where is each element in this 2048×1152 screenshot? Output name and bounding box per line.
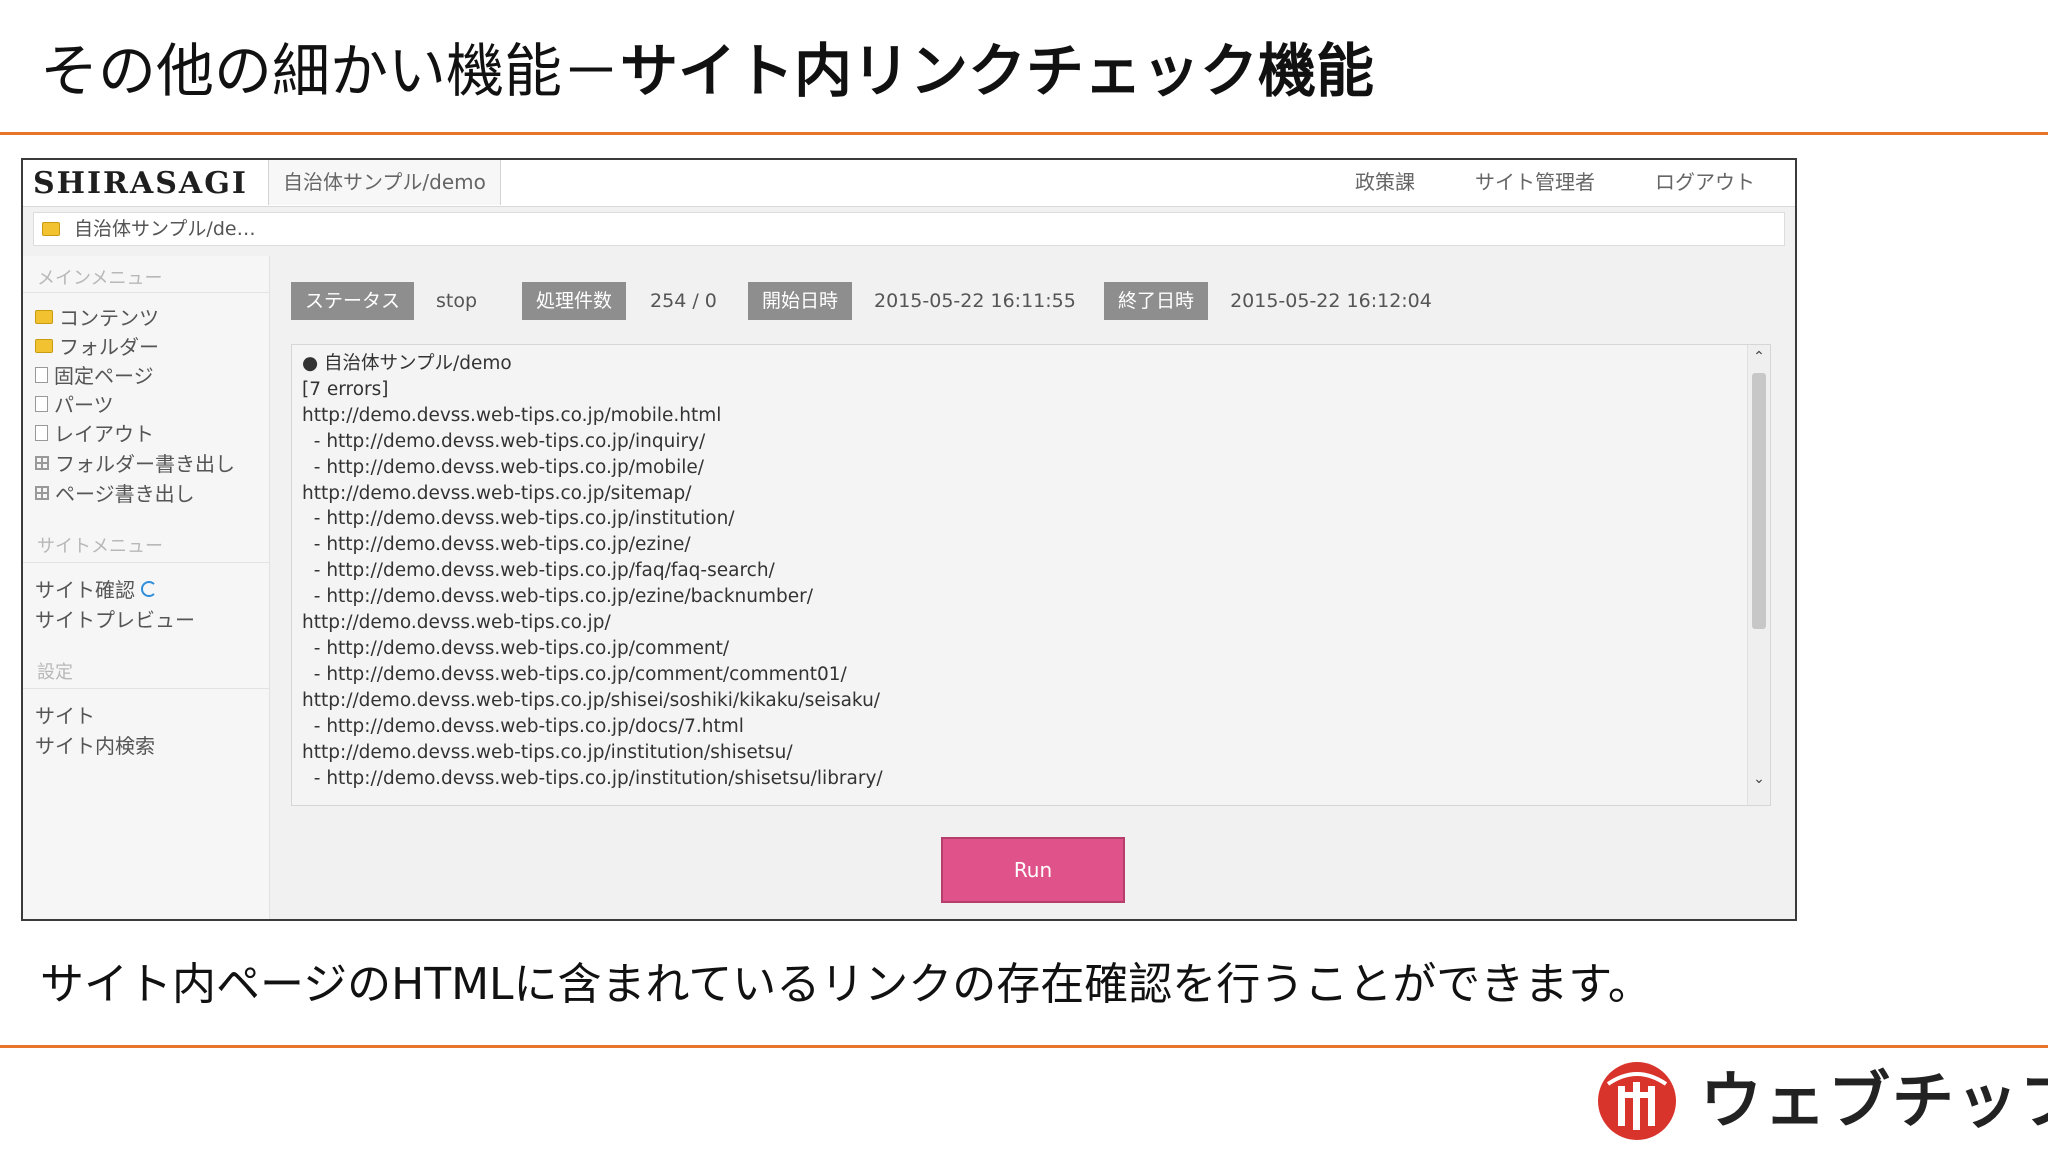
page-icon xyxy=(35,424,48,441)
sidebar-item-fixed-page[interactable]: 固定ページ xyxy=(35,360,154,389)
log-line: - http://demo.devss.web-tips.co.jp/insti… xyxy=(302,767,883,789)
nav-site-admin[interactable]: サイト管理者 xyxy=(1475,160,1595,205)
settings-heading: 設定 xyxy=(37,662,73,683)
link-check-log[interactable]: ● 自治体サンプル/demo [7 errors] http://demo.devs… xyxy=(291,344,1771,806)
log-line: http://demo.devss.web-tips.co.jp/ xyxy=(302,612,611,634)
sidebar-item-label: レイアウト xyxy=(54,422,154,446)
sidebar-item-label: サイト内検索 xyxy=(35,734,155,758)
app-screenshot: SHIRASAGI 自治体サンプル/demo 政策課 サイト管理者 ログアウト … xyxy=(21,158,1797,921)
log-line: - http://demo.devss.web-tips.co.jp/insti… xyxy=(302,508,735,530)
divider xyxy=(23,292,269,293)
sidebar-item-layout[interactable]: レイアウト xyxy=(35,418,154,447)
shirasagi-logo: SHIRASAGI xyxy=(33,166,248,201)
log-line: http://demo.devss.web-tips.co.jp/mobile.… xyxy=(302,404,722,426)
log-line: - http://demo.devss.web-tips.co.jp/faq/f… xyxy=(302,560,775,582)
breadcrumb-site[interactable]: 自治体サンプル/de… xyxy=(74,213,256,245)
sidebar-item-page-export[interactable]: ページ書き出し xyxy=(35,478,195,507)
sidebar-item-label: ページ書き出し xyxy=(55,482,195,506)
sidebar-item-label: サイト確認 xyxy=(35,578,135,602)
folder-icon xyxy=(42,222,60,236)
nav-group[interactable]: 政策課 xyxy=(1355,160,1415,205)
sidebar-item-parts[interactable]: パーツ xyxy=(35,389,114,418)
page-icon xyxy=(35,366,48,383)
status-badge: ステータス xyxy=(291,282,415,320)
log-line: - http://demo.devss.web-tips.co.jp/inqui… xyxy=(302,430,706,452)
nav-logout[interactable]: ログアウト xyxy=(1655,160,1755,205)
sidebar: メインメニュー コンテンツ フォルダー 固定ページ パーツ レイアウト フォルダ… xyxy=(23,256,270,919)
sidebar-item-folder[interactable]: フォルダー xyxy=(35,331,159,360)
sidebar-item-label: 固定ページ xyxy=(54,364,154,388)
status-value: stop xyxy=(436,290,478,312)
sidebar-item-label: パーツ xyxy=(54,393,114,417)
sidebar-item-site-check[interactable]: サイト確認 xyxy=(35,574,157,603)
title-strong: サイト内リンクチェック機能 xyxy=(620,37,1375,105)
sidebar-item-label: サイト xyxy=(35,704,95,728)
scroll-thumb[interactable] xyxy=(1752,373,1766,629)
log-line: - http://demo.devss.web-tips.co.jp/mobil… xyxy=(302,456,704,478)
webtips-logo-icon xyxy=(1598,1062,1676,1140)
log-line: - http://demo.devss.web-tips.co.jp/ezine… xyxy=(302,534,691,556)
sidebar-item-site-search[interactable]: サイト内検索 xyxy=(35,730,155,759)
sidebar-item-label: フォルダー書き出し xyxy=(55,452,235,476)
divider xyxy=(23,688,269,689)
log-line: http://demo.devss.web-tips.co.jp/institu… xyxy=(302,741,793,763)
folder-icon xyxy=(35,309,53,324)
brand-footer: ウェブチップス xyxy=(1596,1058,2048,1144)
sidebar-item-label: コンテンツ xyxy=(59,306,159,330)
log-line: [7 errors] xyxy=(302,378,389,400)
log-line: http://demo.devss.web-tips.co.jp/sitemap… xyxy=(302,482,692,504)
brand-name: ウェブチップス xyxy=(1700,1064,2048,1137)
bottom-divider xyxy=(0,1045,2048,1048)
sidebar-item-label: サイトプレビュー xyxy=(35,608,195,632)
log-line: - http://demo.devss.web-tips.co.jp/comme… xyxy=(302,663,847,685)
chevron-up-icon[interactable]: ⌃ xyxy=(1748,347,1770,367)
chevron-down-icon[interactable]: ⌄ xyxy=(1748,769,1770,789)
breadcrumb: 自治体サンプル/de… xyxy=(33,212,1785,246)
grid-icon xyxy=(35,485,49,500)
count-badge: 処理件数 xyxy=(522,282,627,320)
divider xyxy=(23,562,269,563)
log-scrollbar[interactable]: ⌃ ⌄ xyxy=(1747,345,1770,805)
log-line: - http://demo.devss.web-tips.co.jp/comme… xyxy=(302,637,730,659)
refresh-icon xyxy=(141,580,157,597)
main-menu-heading: メインメニュー xyxy=(37,268,163,289)
status-row: ステータス stop 処理件数 254 / 0 開始日時 2015-05-22 … xyxy=(291,282,1432,320)
site-tab[interactable]: 自治体サンプル/demo xyxy=(268,160,501,205)
folder-icon xyxy=(35,338,53,353)
end-time-badge: 終了日時 xyxy=(1104,282,1209,320)
sidebar-item-site-preview[interactable]: サイトプレビュー xyxy=(35,604,195,633)
sidebar-item-site-settings[interactable]: サイト xyxy=(35,700,95,729)
top-nav: 政策課 サイト管理者 ログアウト xyxy=(1355,160,1755,205)
log-line: ● 自治体サンプル/demo xyxy=(302,353,512,374)
slide-caption: サイト内ページのHTMLに含まれているリンクの存在確認を行うことができます。 xyxy=(40,959,1652,1010)
page-icon xyxy=(35,395,48,412)
app-header: SHIRASAGI 自治体サンプル/demo 政策課 サイト管理者 ログアウト xyxy=(23,160,1795,207)
top-divider xyxy=(0,132,2048,135)
site-menu-heading: サイトメニュー xyxy=(37,536,163,557)
grid-icon xyxy=(35,455,49,470)
start-time-value: 2015-05-22 16:11:55 xyxy=(874,290,1076,312)
log-line: http://demo.devss.web-tips.co.jp/shisei/… xyxy=(302,689,881,711)
title-prefix: その他の細かい機能－ xyxy=(40,37,621,105)
run-button[interactable]: Run xyxy=(941,837,1125,903)
sidebar-item-contents[interactable]: コンテンツ xyxy=(35,302,159,331)
log-line: - http://demo.devss.web-tips.co.jp/docs/… xyxy=(302,715,744,737)
slide-title: その他の細かい機能－サイト内リンクチェック機能 xyxy=(40,36,1374,106)
log-lines: ● 自治体サンプル/demo [7 errors] http://demo.devs… xyxy=(302,351,883,791)
sidebar-item-label: フォルダー xyxy=(59,335,159,359)
sidebar-item-folder-export[interactable]: フォルダー書き出し xyxy=(35,448,235,477)
count-value: 254 / 0 xyxy=(650,290,717,312)
start-time-badge: 開始日時 xyxy=(748,282,853,320)
end-time-value: 2015-05-22 16:12:04 xyxy=(1230,290,1432,312)
log-line: - http://demo.devss.web-tips.co.jp/ezine… xyxy=(302,586,813,608)
